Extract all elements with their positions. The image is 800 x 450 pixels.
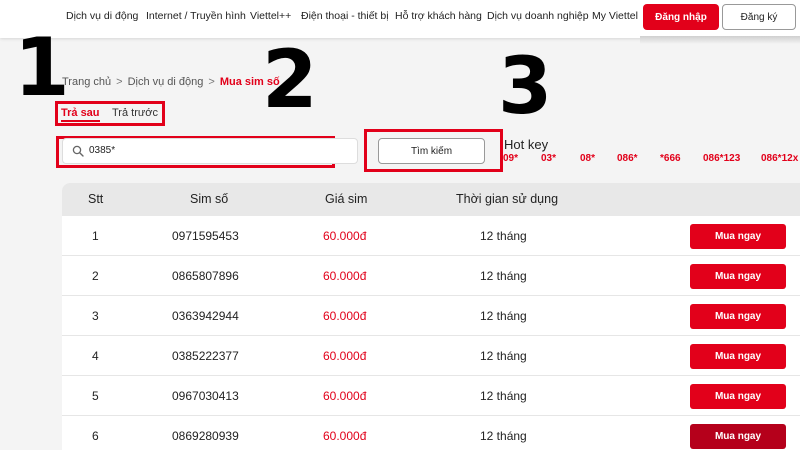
breadcrumb-current: Mua sim số <box>219 76 280 88</box>
buy-now-button[interactable]: Mua ngay <box>690 264 786 289</box>
cell-price: 60.000đ <box>323 229 367 243</box>
cell-duration: 12 tháng <box>480 349 527 363</box>
cell-sim-number: 0865807896 <box>172 269 239 283</box>
table-row: 5 0967030413 60.000đ 12 tháng Mua ngay <box>62 376 800 416</box>
buy-now-button[interactable]: Mua ngay <box>690 224 786 249</box>
buy-now-button[interactable]: Mua ngay <box>690 344 786 369</box>
register-button[interactable]: Đăng ký <box>722 4 796 30</box>
cell-sim-number: 0363942944 <box>172 309 239 323</box>
cell-duration: 12 tháng <box>480 389 527 403</box>
cell-stt: 1 <box>92 229 99 243</box>
cell-duration: 12 tháng <box>480 229 527 243</box>
breadcrumb-home[interactable]: Trang chủ <box>62 76 111 88</box>
cell-stt: 6 <box>92 429 99 443</box>
step-number-3: 3 <box>498 42 553 132</box>
sim-search-field[interactable]: 0385* <box>62 138 358 164</box>
hotkey-item[interactable]: 03* <box>541 153 556 164</box>
table-row: 4 0385222377 60.000đ 12 tháng Mua ngay <box>62 336 800 376</box>
sim-results-table: Stt Sim số Giá sim Thời gian sử dụng 1 0… <box>62 183 800 450</box>
hotkey-item[interactable]: 08* <box>580 153 595 164</box>
table-row: 6 0869280939 60.000đ 12 tháng Mua ngay <box>62 416 800 450</box>
column-header-stt: Stt <box>88 192 104 206</box>
buy-now-button[interactable]: Mua ngay <box>690 384 786 409</box>
column-header-sim-number: Sim số <box>190 192 229 206</box>
hotkey-item[interactable]: 086* <box>617 153 638 164</box>
cell-price: 60.000đ <box>323 389 367 403</box>
breadcrumb-chevron-icon: > <box>116 76 123 88</box>
cell-stt: 2 <box>92 269 99 283</box>
cell-sim-number: 0971595453 <box>172 229 239 243</box>
nav-item-customer-support[interactable]: Hỗ trợ khách hàng <box>395 10 482 22</box>
nav-item-my-viettel[interactable]: My Viettel <box>592 10 638 22</box>
cell-price: 60.000đ <box>323 309 367 323</box>
hotkey-item[interactable]: 09* <box>503 153 518 164</box>
search-input-value[interactable]: 0385* <box>89 145 115 156</box>
hotkey-item[interactable]: 086*123 <box>703 153 740 164</box>
cell-duration: 12 tháng <box>480 309 527 323</box>
cell-stt: 4 <box>92 349 99 363</box>
decorative-shadow <box>640 36 800 44</box>
breadcrumb: Trang chủ > Dịch vụ di động > Mua sim số <box>62 76 280 88</box>
column-header-duration: Thời gian sử dụng <box>456 192 559 206</box>
table-row: 1 0971595453 60.000đ 12 tháng Mua ngay <box>62 216 800 256</box>
buy-now-button[interactable]: Mua ngay <box>690 304 786 329</box>
cell-price: 60.000đ <box>323 269 367 283</box>
cell-stt: 3 <box>92 309 99 323</box>
breadcrumb-chevron-icon: > <box>208 76 215 88</box>
hotkey-item[interactable]: 086*12x <box>761 153 798 164</box>
hotkey-item[interactable]: *666 <box>660 153 681 164</box>
nav-item-mobile-services[interactable]: Dịch vụ di động <box>66 10 138 22</box>
cell-duration: 12 tháng <box>480 429 527 443</box>
hotkey-title: Hot key <box>504 137 549 152</box>
nav-item-internet-tv[interactable]: Internet / Truyền hình <box>146 10 246 22</box>
nav-item-business-services[interactable]: Dịch vụ doanh nghiệp <box>487 10 589 22</box>
cell-duration: 12 tháng <box>480 269 527 283</box>
table-row: 2 0865807896 60.000đ 12 tháng Mua ngay <box>62 256 800 296</box>
table-header: Stt Sim số Giá sim Thời gian sử dụng <box>62 183 800 216</box>
search-button[interactable]: Tìm kiếm <box>378 138 485 164</box>
buy-now-button[interactable]: Mua ngay <box>690 424 786 449</box>
breadcrumb-mobile-services[interactable]: Dịch vụ di động <box>128 76 204 88</box>
table-row: 3 0363942944 60.000đ 12 tháng Mua ngay <box>62 296 800 336</box>
tab-prepaid[interactable]: Trả trước <box>112 107 158 119</box>
step-number-1: 1 <box>14 21 70 114</box>
cell-sim-number: 0869280939 <box>172 429 239 443</box>
nav-item-viettel-plus[interactable]: Viettel++ <box>250 10 291 22</box>
cell-price: 60.000đ <box>323 429 367 443</box>
search-icon <box>72 145 84 157</box>
cell-price: 60.000đ <box>323 349 367 363</box>
cell-stt: 5 <box>92 389 99 403</box>
cell-sim-number: 0967030413 <box>172 389 239 403</box>
cell-sim-number: 0385222377 <box>172 349 239 363</box>
top-navigation-bar: Dịch vụ di động Internet / Truyền hình V… <box>0 0 800 38</box>
column-header-price: Giá sim <box>325 192 368 206</box>
login-button[interactable]: Đăng nhập <box>643 4 719 30</box>
tab-postpaid[interactable]: Trả sau <box>61 107 100 122</box>
nav-item-phones-devices[interactable]: Điện thoại - thiết bị <box>301 10 389 22</box>
